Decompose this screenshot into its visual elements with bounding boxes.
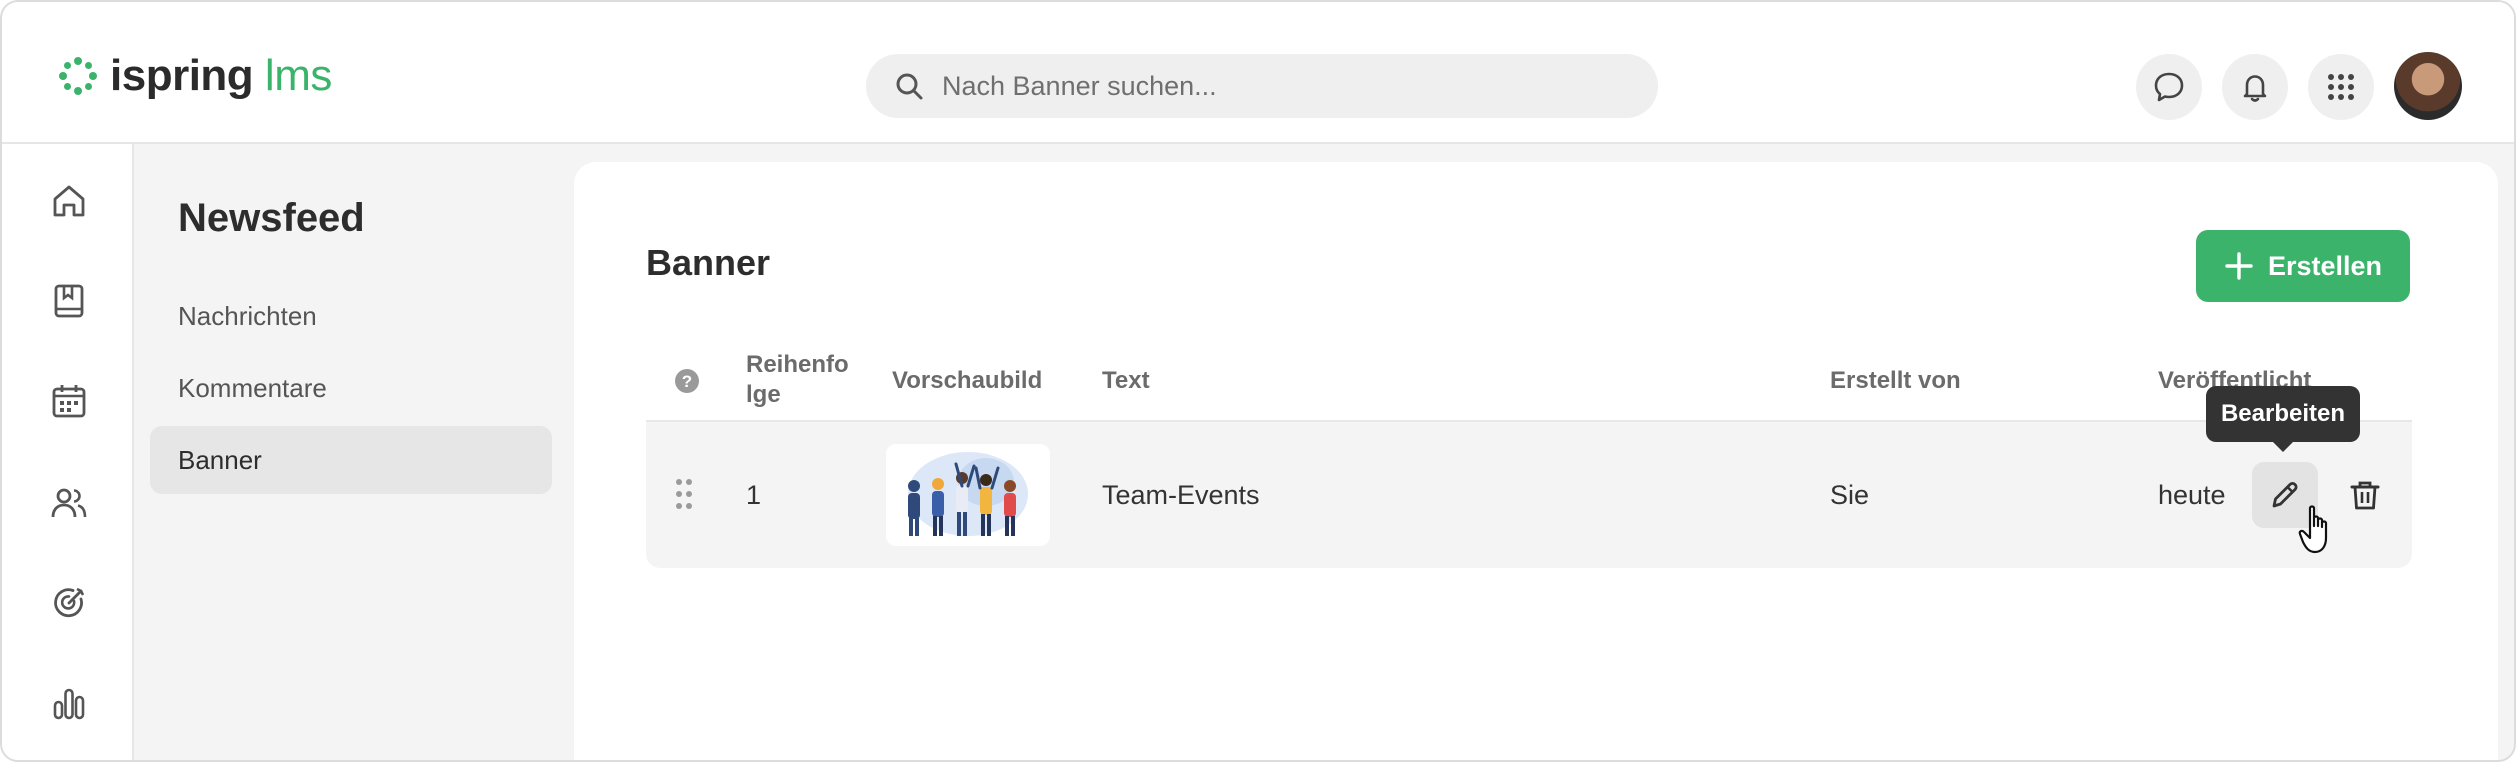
book-icon [54,284,84,318]
rail-reports[interactable] [48,682,90,724]
col-text[interactable]: Text [1102,366,1150,396]
logo-accent: lms [264,51,332,100]
row-order: 1 [746,480,762,510]
stats-icon [53,688,85,720]
rail-users[interactable] [48,482,90,524]
section-nav: Newsfeed Nachrichten Kommentare Banner [134,144,564,760]
create-button[interactable]: Erstellen [2196,230,2410,302]
users-icon [51,488,87,518]
bell-icon [2243,75,2267,102]
chat-button[interactable] [2136,54,2202,120]
logo-icon [59,57,97,95]
section-title: Newsfeed [178,196,365,240]
icon-rail [2,144,134,760]
banner-thumbnail [886,444,1050,546]
page-title: Banner [646,242,771,283]
col-preview: Vorschaubild [892,367,1043,394]
apps-button[interactable] [2308,54,2374,120]
logo-main: ispring [110,51,254,100]
nav-item-banner[interactable]: Banner [150,426,552,494]
col-order[interactable]: Reihenfo lge [746,350,849,410]
row-created-by: Sie [1830,480,1870,510]
row-text[interactable]: Team-Events [1102,480,1260,511]
search-input[interactable] [942,70,1622,102]
rail-courses[interactable] [48,280,90,322]
col-order-line1: Reihenfo [746,351,849,378]
logo[interactable]: ispring lms [58,51,332,100]
target-icon [54,587,85,618]
help-icon[interactable]: ? [674,368,700,402]
notifications-button[interactable] [2222,54,2288,120]
home-icon [53,185,85,217]
rail-calendar[interactable] [48,380,90,422]
create-label: Erstellen [2267,250,2383,281]
table-row[interactable]: 1 Team-Events Sie heute [646,422,2412,568]
pencil-icon [2272,481,2298,508]
rail-home[interactable] [48,180,90,222]
nav-item-nachrichten[interactable]: Nachrichten [150,282,552,350]
top-header: ispring lms [2,2,2514,144]
row-published: heute [2158,480,2226,510]
edit-tooltip: Bearbeiten [2206,386,2360,452]
app-window: ispring lms Nach Banner suchen... Newsfe… [0,0,2516,762]
calendar-icon [52,385,86,418]
plus-icon [2225,252,2253,280]
user-avatar[interactable] [2394,52,2462,120]
hand-cursor-icon [2298,505,2328,554]
search-bar[interactable] [866,54,1658,118]
delete-button[interactable] [2332,462,2398,528]
trash-icon [2350,481,2380,510]
main-card: Banner Erstellen ? Reihenfo lge Vorschau… [574,162,2498,760]
nav-item-kommentare[interactable]: Kommentare [150,354,552,422]
chat-icon [2154,72,2184,102]
rail-goals[interactable] [48,582,90,624]
apps-grid-icon [2328,74,2354,100]
drag-handle-icon[interactable] [674,478,694,517]
search-icon [896,73,923,100]
col-order-line2: lge [746,381,781,408]
col-created-by[interactable]: Erstellt von [1830,366,1961,396]
help-glyph: ? [682,372,692,391]
